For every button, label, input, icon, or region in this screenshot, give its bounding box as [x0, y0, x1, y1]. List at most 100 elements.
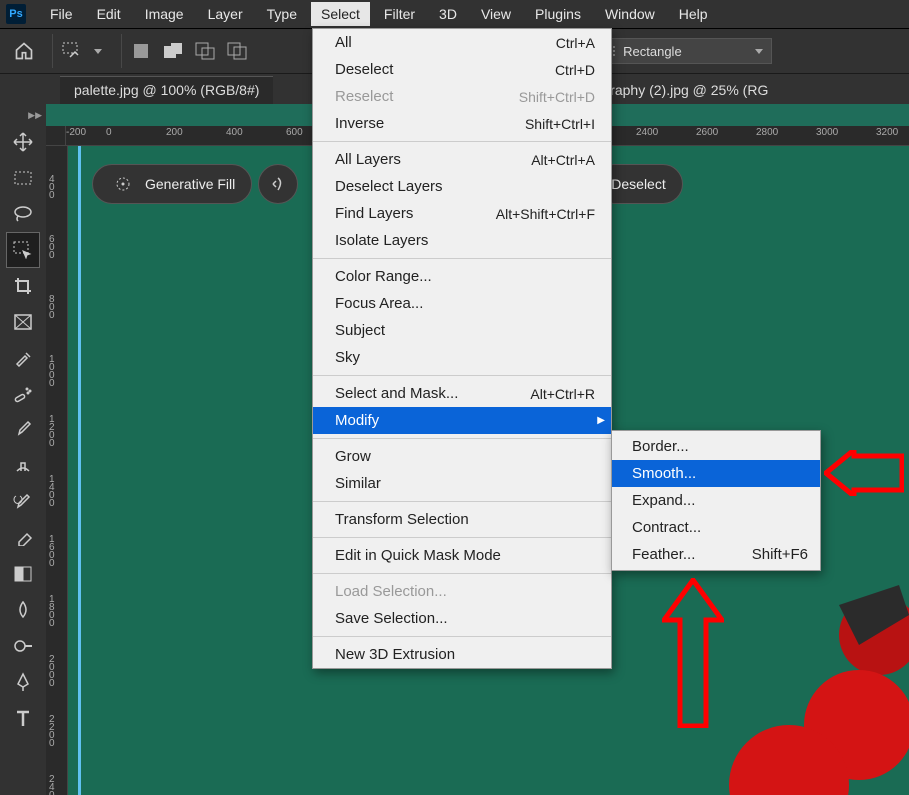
ruler-tick: 1200: [49, 416, 65, 448]
menu-item-color-range[interactable]: Color Range...: [313, 263, 611, 290]
menu-item-reselect: ReselectShift+Ctrl+D: [313, 83, 611, 110]
menu-item-label: Modify: [335, 412, 379, 429]
menu-item-similar[interactable]: Similar: [313, 470, 611, 497]
menu-item-view[interactable]: View: [471, 2, 521, 26]
mode-value: Rectangle: [623, 44, 682, 59]
menu-item-deselect-layers[interactable]: Deselect Layers: [313, 173, 611, 200]
menu-item-help[interactable]: Help: [669, 2, 718, 26]
submenu-item-contract[interactable]: Contract...: [612, 514, 820, 541]
menu-item-modify[interactable]: Modify▶: [313, 407, 611, 434]
dodge-tool-icon[interactable]: [6, 628, 40, 664]
menu-shortcut: Alt+Ctrl+R: [530, 386, 595, 402]
submenu-item-expand[interactable]: Expand...: [612, 487, 820, 514]
submenu-item-feather[interactable]: Feather...Shift+F6: [612, 541, 820, 568]
menu-item-edit-in-quick-mask-mode[interactable]: Edit in Quick Mask Mode: [313, 542, 611, 569]
menu-item-label: Focus Area...: [335, 295, 423, 312]
ruler-tick: -200: [66, 127, 86, 138]
ruler-tick: 1000: [49, 356, 65, 388]
modify-submenu: Border... Smooth... Expand... Contract... Fe…: [611, 430, 821, 571]
submenu-item-label: Contract...: [632, 519, 701, 536]
collapse-panel-icon[interactable]: ▶▶: [28, 110, 46, 124]
gradient-tool-icon[interactable]: [6, 556, 40, 592]
ps-logo-icon: Ps: [6, 4, 26, 24]
eraser-tool-icon[interactable]: [6, 520, 40, 556]
ruler-tick: 800: [49, 296, 65, 320]
canvas-edge-guide: [78, 146, 81, 795]
menu-shortcut: Ctrl+D: [555, 62, 595, 78]
menu-item-deselect[interactable]: Deselect Ctrl+D: [313, 56, 611, 83]
ruler-tick: 2200: [49, 716, 65, 748]
chevron-down-icon[interactable]: [91, 49, 105, 54]
menu-item-focus-area[interactable]: Focus Area...: [313, 290, 611, 317]
ai-options-button[interactable]: [258, 164, 298, 204]
menu-shortcut: Shift+Ctrl+I: [525, 116, 595, 132]
deselect-label: Deselect: [611, 176, 665, 192]
ruler-tick: 2000: [49, 656, 65, 688]
intersect-selection-icon[interactable]: [224, 38, 250, 64]
submenu-item-border[interactable]: Border...: [612, 433, 820, 460]
menu-item-transform-selection[interactable]: Transform Selection: [313, 506, 611, 533]
menu-item-new-3d-extrusion[interactable]: New 3D Extrusion: [313, 641, 611, 668]
menu-item-window[interactable]: Window: [595, 2, 665, 26]
ruler-tick: 1800: [49, 596, 65, 628]
pen-tool-icon[interactable]: [6, 664, 40, 700]
menu-item-edit[interactable]: Edit: [87, 2, 131, 26]
object-selection-tool-icon[interactable]: [6, 232, 40, 268]
menu-item-load-selection: Load Selection...: [313, 578, 611, 605]
crop-tool-icon[interactable]: [6, 268, 40, 304]
menu-item-all[interactable]: AllCtrl+A: [313, 29, 611, 56]
history-brush-tool-icon[interactable]: [6, 484, 40, 520]
menu-item-isolate-layers[interactable]: Isolate Layers: [313, 227, 611, 254]
menu-item-sky[interactable]: Sky: [313, 344, 611, 371]
menu-item-label: Deselect: [335, 61, 393, 78]
menu-item-label: Inverse: [335, 115, 384, 132]
clone-stamp-tool-icon[interactable]: [6, 448, 40, 484]
menu-shortcut: Alt+Shift+Ctrl+F: [496, 206, 595, 222]
ruler-tick: 400: [49, 176, 65, 200]
menu-item-all-layers[interactable]: All LayersAlt+Ctrl+A: [313, 146, 611, 173]
menu-item-image[interactable]: Image: [135, 2, 194, 26]
tool-preset-icon[interactable]: [59, 38, 85, 64]
marquee-tool-icon[interactable]: [6, 160, 40, 196]
menu-item-select-and-mask[interactable]: Select and Mask...Alt+Ctrl+R: [313, 380, 611, 407]
document-tab[interactable]: palette.jpg @ 100% (RGB/8#): [60, 76, 273, 104]
new-selection-icon[interactable]: [128, 38, 154, 64]
menu-shortcut: Shift+Ctrl+D: [519, 89, 595, 105]
chevron-down-icon: [755, 49, 763, 54]
move-tool-icon[interactable]: [6, 124, 40, 160]
menu-item-save-selection[interactable]: Save Selection...: [313, 605, 611, 632]
ruler-tick: 400: [226, 127, 243, 138]
eyedropper-tool-icon[interactable]: [6, 340, 40, 376]
menu-item-label: Subject: [335, 322, 385, 339]
menu-item-type[interactable]: Type: [257, 2, 307, 26]
menu-item-filter[interactable]: Filter: [374, 2, 425, 26]
type-tool-icon[interactable]: [6, 700, 40, 736]
blur-tool-icon[interactable]: [6, 592, 40, 628]
sparkle-alt-icon: [269, 176, 287, 192]
lasso-tool-icon[interactable]: [6, 196, 40, 232]
menu-item-subject[interactable]: Subject: [313, 317, 611, 344]
menu-item-label: Edit in Quick Mask Mode: [335, 547, 501, 564]
annotation-arrow-up: [662, 578, 724, 728]
submenu-item-label: Border...: [632, 438, 689, 455]
submenu-item-smooth[interactable]: Smooth...: [612, 460, 820, 487]
brush-tool-icon[interactable]: [6, 412, 40, 448]
frame-tool-icon[interactable]: [6, 304, 40, 340]
home-icon[interactable]: [6, 36, 42, 66]
generative-fill-button[interactable]: Generative Fill: [92, 164, 252, 204]
menu-item-plugins[interactable]: Plugins: [525, 2, 591, 26]
menu-item-label: Sky: [335, 349, 360, 366]
submenu-item-label: Expand...: [632, 492, 695, 509]
menu-item-file[interactable]: File: [40, 2, 83, 26]
menu-item-inverse[interactable]: Inverse Shift+Ctrl+I: [313, 110, 611, 137]
ruler-tick: 1400: [49, 476, 65, 508]
add-to-selection-icon[interactable]: [160, 38, 186, 64]
menu-item-layer[interactable]: Layer: [198, 2, 253, 26]
subtract-from-selection-icon[interactable]: [192, 38, 218, 64]
mode-dropdown[interactable]: Rectangle: [592, 38, 772, 64]
healing-brush-tool-icon[interactable]: [6, 376, 40, 412]
menu-item-3d[interactable]: 3D: [429, 2, 467, 26]
menu-item-find-layers[interactable]: Find LayersAlt+Shift+Ctrl+F: [313, 200, 611, 227]
menu-item-select[interactable]: Select: [311, 2, 370, 26]
menu-item-grow[interactable]: Grow: [313, 443, 611, 470]
